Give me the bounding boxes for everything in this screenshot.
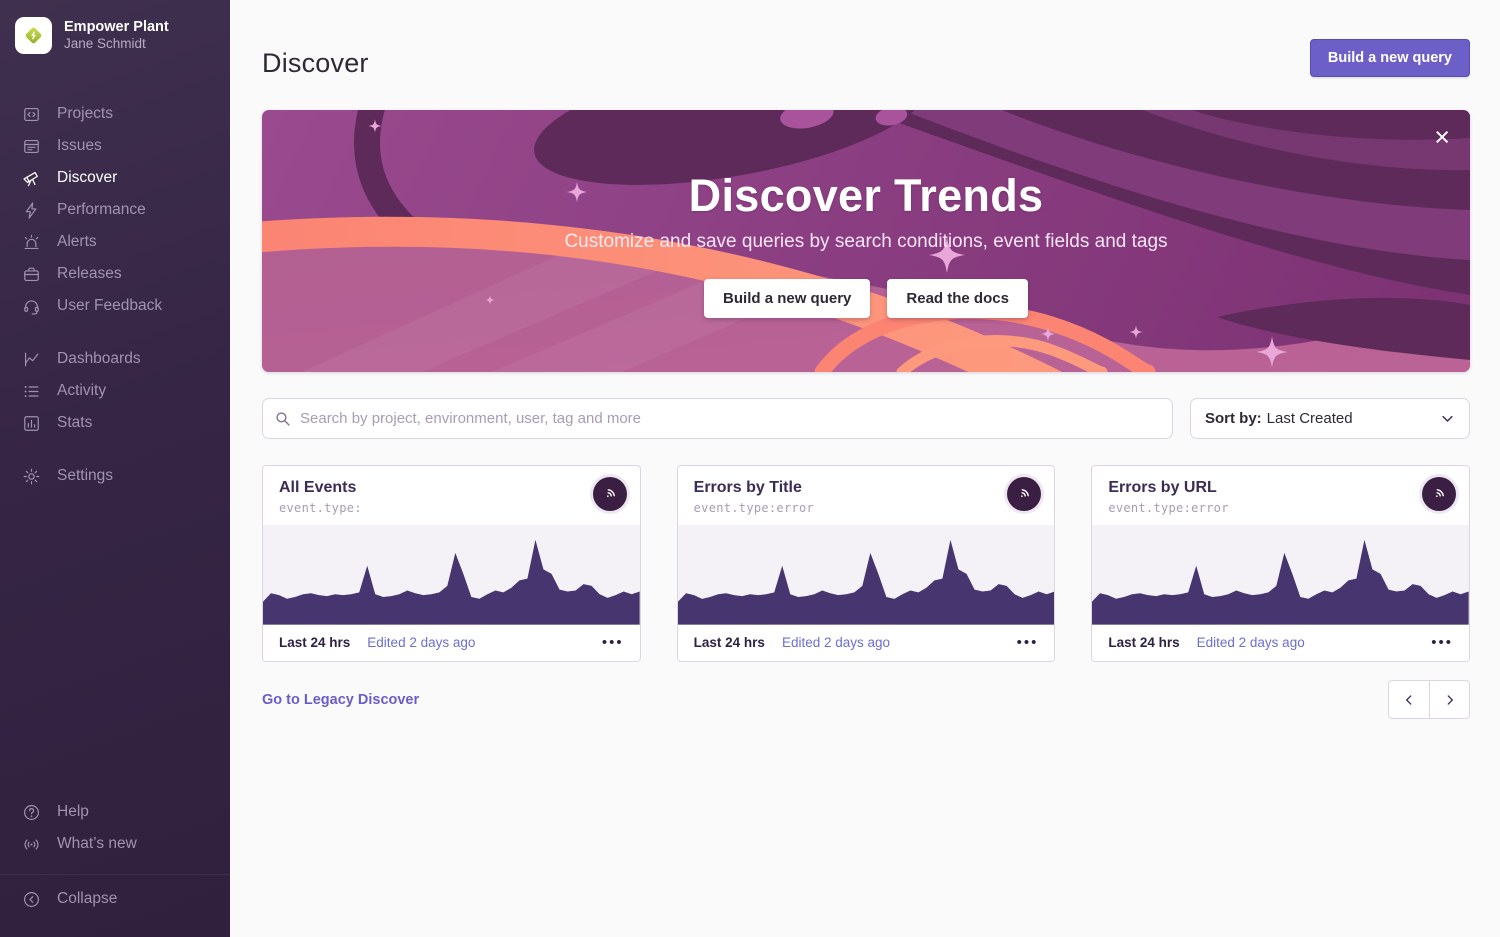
org-avatar: [15, 17, 52, 54]
issues-icon: [22, 137, 41, 156]
banner-build-query-button[interactable]: Build a new query: [704, 279, 870, 318]
sidebar-item-projects[interactable]: Projects: [0, 98, 230, 130]
chevron-left-icon: [1402, 693, 1416, 707]
card-edited-link[interactable]: Edited 2 days ago: [1197, 635, 1305, 650]
sidebar-item-label: User Feedback: [57, 297, 162, 315]
broadcast-icon: [22, 835, 41, 854]
briefcase-icon: [22, 265, 41, 284]
sort-value: Last Created: [1267, 410, 1353, 427]
sidebar-item-label: Help: [57, 803, 89, 821]
banner-title: Discover Trends: [689, 170, 1044, 222]
sentry-logo-icon: [1429, 484, 1449, 504]
card-timeframe: Last 24 hrs: [1108, 635, 1179, 650]
previous-page-button[interactable]: [1388, 680, 1429, 719]
legacy-discover-link[interactable]: Go to Legacy Discover: [262, 692, 419, 708]
sidebar-item-label: Performance: [57, 201, 146, 219]
sidebar-item-user-feedback[interactable]: User Feedback: [0, 290, 230, 322]
sidebar-item-issues[interactable]: Issues: [0, 130, 230, 162]
saved-query-card-errors-by-url[interactable]: Errors by URL event.type:error Last 24 h…: [1091, 465, 1470, 662]
saved-query-card-all-events[interactable]: All Events event.type: Last 24 hrs Edite…: [262, 465, 641, 662]
sentry-logo-icon: [600, 484, 620, 504]
sort-dropdown[interactable]: Sort by: Last Created: [1190, 398, 1470, 439]
sidebar-item-label: Issues: [57, 137, 102, 155]
build-new-query-button[interactable]: Build a new query: [1310, 39, 1470, 77]
pagination: [1388, 680, 1470, 719]
chevron-left-circle-icon: [22, 890, 41, 909]
sidebar-item-stats[interactable]: Stats: [0, 407, 230, 439]
empower-plant-logo-icon: [22, 24, 45, 47]
sidebar: Empower Plant Jane Schmidt Projects Issu…: [0, 0, 230, 937]
card-edited-link[interactable]: Edited 2 days ago: [367, 635, 475, 650]
sidebar-item-label: Activity: [57, 382, 106, 400]
card-query: event.type:: [279, 501, 580, 515]
bar-chart-icon: [22, 414, 41, 433]
sidebar-item-label: What’s new: [57, 835, 137, 853]
card-sparkline-chart: [1092, 525, 1469, 625]
sidebar-item-help[interactable]: Help: [0, 796, 230, 828]
line-chart-icon: [22, 350, 41, 369]
avatar: [593, 477, 627, 511]
gear-icon: [22, 467, 41, 486]
headset-icon: [22, 297, 41, 316]
sidebar-item-label: Alerts: [57, 233, 97, 251]
sidebar-item-alerts[interactable]: Alerts: [0, 226, 230, 258]
card-timeframe: Last 24 hrs: [279, 635, 350, 650]
siren-icon: [22, 233, 41, 252]
sidebar-collapse-button[interactable]: Collapse: [0, 883, 230, 915]
sidebar-item-label: Releases: [57, 265, 122, 283]
telescope-icon: [22, 169, 41, 188]
card-title: All Events: [279, 479, 580, 497]
card-title: Errors by URL: [1108, 479, 1409, 497]
ellipsis-menu-icon[interactable]: •••: [1017, 631, 1039, 654]
org-name: Empower Plant: [64, 18, 169, 36]
main-content: Discover Build a new query: [230, 0, 1500, 719]
next-page-button[interactable]: [1429, 680, 1470, 719]
saved-query-card-errors-by-title[interactable]: Errors by Title event.type:error Last 24…: [677, 465, 1056, 662]
lightning-icon: [22, 201, 41, 220]
sidebar-item-label: Dashboards: [57, 350, 141, 368]
list-icon: [22, 382, 41, 401]
ellipsis-menu-icon[interactable]: •••: [602, 631, 624, 654]
chevron-down-icon: [1440, 411, 1455, 426]
banner-subtitle: Customize and save queries by search con…: [564, 231, 1167, 253]
avatar: [1422, 477, 1456, 511]
sidebar-item-label: Projects: [57, 105, 113, 123]
sidebar-item-performance[interactable]: Performance: [0, 194, 230, 226]
ellipsis-menu-icon[interactable]: •••: [1431, 631, 1453, 654]
org-user: Jane Schmidt: [64, 36, 169, 53]
search-icon: [274, 410, 291, 427]
projects-icon: [22, 105, 41, 124]
card-sparkline-chart: [678, 525, 1055, 625]
org-switcher[interactable]: Empower Plant Jane Schmidt: [0, 0, 230, 68]
sort-label: Sort by:: [1205, 410, 1262, 427]
card-edited-link[interactable]: Edited 2 days ago: [782, 635, 890, 650]
sidebar-item-releases[interactable]: Releases: [0, 258, 230, 290]
sidebar-item-activity[interactable]: Activity: [0, 375, 230, 407]
sidebar-item-whats-new[interactable]: What’s new: [0, 828, 230, 860]
sidebar-item-label: Settings: [57, 467, 113, 485]
sidebar-item-discover[interactable]: Discover: [0, 162, 230, 194]
sidebar-item-dashboards[interactable]: Dashboards: [0, 343, 230, 375]
page-title: Discover: [262, 39, 369, 79]
chevron-right-icon: [1443, 693, 1457, 707]
question-circle-icon: [22, 803, 41, 822]
card-title: Errors by Title: [694, 479, 995, 497]
sidebar-item-settings[interactable]: Settings: [0, 460, 230, 492]
banner-read-docs-button[interactable]: Read the docs: [887, 279, 1028, 318]
sentry-logo-icon: [1014, 484, 1034, 504]
sidebar-item-label: Discover: [57, 169, 117, 187]
discover-trends-banner: × Discover Trends Customize and save que…: [262, 110, 1470, 372]
card-sparkline-chart: [263, 525, 640, 625]
card-timeframe: Last 24 hrs: [694, 635, 765, 650]
card-query: event.type:error: [1108, 501, 1409, 515]
sidebar-item-label: Collapse: [57, 890, 117, 908]
card-query: event.type:error: [694, 501, 995, 515]
search-input[interactable]: [262, 398, 1173, 439]
sidebar-item-label: Stats: [57, 414, 92, 432]
avatar: [1007, 477, 1041, 511]
